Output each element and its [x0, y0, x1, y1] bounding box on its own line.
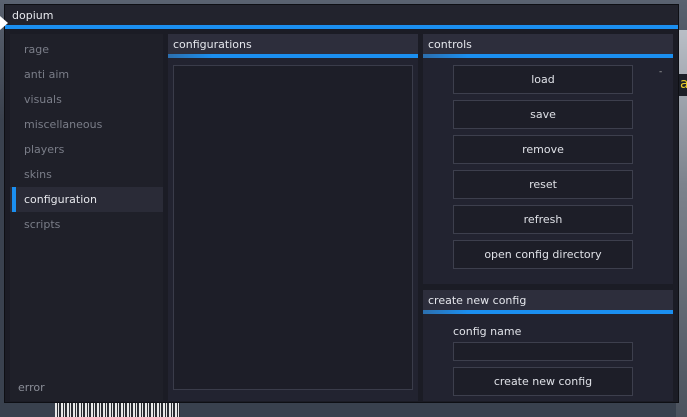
config-name-label: config name — [453, 325, 522, 338]
title-bar[interactable]: dopium — [5, 5, 678, 25]
load-button[interactable]: load — [453, 65, 633, 94]
sidebar-item-players[interactable]: players — [10, 137, 163, 162]
remove-button[interactable]: remove — [453, 135, 633, 164]
sidebar-item-skins[interactable]: skins — [10, 162, 163, 187]
panel-header: create new config — [423, 290, 673, 310]
panel-header: controls — [423, 34, 673, 54]
reset-button[interactable]: reset — [453, 170, 633, 199]
refresh-button[interactable]: refresh — [453, 205, 633, 234]
configurations-panel: configurations — [168, 34, 418, 401]
sidebar-item-configuration[interactable]: configuration — [10, 187, 163, 212]
status-text: error — [18, 381, 45, 394]
barcode-pattern — [55, 403, 180, 417]
window-title: dopium — [12, 9, 54, 22]
sidebar-item-anti-aim[interactable]: anti aim — [10, 62, 163, 87]
sidebar-item-scripts[interactable]: scripts — [10, 212, 163, 237]
controls-title: controls — [428, 38, 472, 51]
sidebar-item-rage[interactable]: rage — [10, 37, 163, 62]
create-config-title: create new config — [428, 294, 527, 307]
controls-panel: controls - load save remove reset refres… — [423, 34, 673, 284]
panel-accent-bar — [423, 54, 673, 58]
title-accent-bar — [5, 25, 678, 29]
configurations-title: configurations — [173, 38, 252, 51]
game-hud-fragment: a — [679, 74, 687, 96]
cursor-icon — [0, 16, 8, 30]
sidebar-item-miscellaneous[interactable]: miscellaneous — [10, 112, 163, 137]
scroll-indicator: - — [659, 67, 663, 77]
sidebar: rage anti aim visuals miscellaneous play… — [10, 34, 163, 401]
panel-header: configurations — [168, 34, 418, 54]
open-config-directory-button[interactable]: open config directory — [453, 240, 633, 269]
create-config-panel: create new config config name create new… — [423, 290, 673, 401]
config-list[interactable] — [173, 65, 413, 390]
save-button[interactable]: save — [453, 100, 633, 129]
create-new-config-button[interactable]: create new config — [453, 367, 633, 396]
menu-window: dopium rage anti aim visuals miscellaneo… — [4, 4, 679, 403]
panel-accent-bar — [423, 310, 673, 314]
panel-accent-bar — [168, 54, 418, 58]
sidebar-item-visuals[interactable]: visuals — [10, 87, 163, 112]
config-name-input[interactable] — [453, 342, 633, 361]
